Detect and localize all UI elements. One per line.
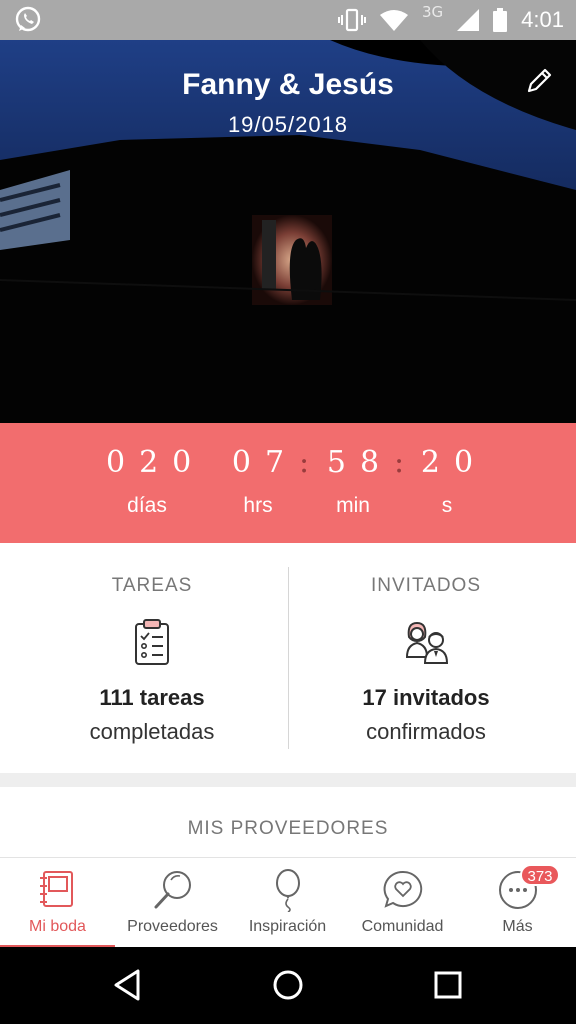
couple-names: Fanny & Jesús [182,68,394,101]
status-bar: 3G 4:01 [0,0,576,40]
days-value: 020 [106,445,206,480]
guests-card[interactable]: INVITADOS 17 invitados confirmados [282,543,570,773]
countdown-seconds: 20 s [392,423,502,518]
nav-label: Comunidad [361,918,444,935]
checklist-icon [135,619,169,665]
nav-proveedores[interactable]: Proveedores [115,858,230,948]
guests-sub: confirmados [366,719,486,744]
nav-inspiracion[interactable]: Inspiración [230,858,345,948]
home-icon[interactable] [268,965,308,1005]
days-label: días [127,494,167,517]
nav-label: Mi boda [29,918,86,935]
wedding-date: 19/05/2018 [227,112,349,137]
nav-comunidad[interactable]: Comunidad [345,858,460,948]
stats-panel: TAREAS 111 tareas completadas INVITADOS … [0,543,576,773]
back-icon[interactable] [108,965,148,1005]
battery-icon [493,8,508,32]
edit-icon[interactable] [524,66,554,96]
countdown: 020 días 07 hrs : 58 min : 20 s [0,423,576,543]
guests-heading: INVITADOS [371,575,481,596]
magnifier-icon [154,871,191,909]
vendors-heading: MIS PROVEEDORES [187,818,389,839]
tasks-card[interactable]: TAREAS 111 tareas completadas [8,543,296,773]
section-gap [0,773,576,787]
nav-mi-boda[interactable]: Mi boda [0,858,115,948]
balloon-icon [275,869,300,912]
whatsapp-icon [15,6,41,32]
hours-label: hrs [243,494,273,517]
countdown-days: 020 días [92,423,202,518]
wifi-icon [380,10,408,31]
bottom-nav: Mi boda Proveedores Inspiración Comunida… [0,857,576,948]
network-type: 3G [422,3,444,21]
hours-value: 07 [231,445,299,480]
notebook-icon [39,871,73,907]
recents-icon[interactable] [428,965,468,1005]
system-nav-bar [0,947,576,1024]
nav-mas[interactable]: Más 373 [460,858,575,948]
tasks-sub: completadas [89,719,215,744]
clock: 4:01 [521,7,564,32]
nav-label: Inspiración [248,918,327,935]
tasks-count: 111 tareas [99,685,205,710]
vibrate-icon [338,8,366,32]
nav-label: Proveedores [127,918,218,935]
signal-icon [457,9,480,31]
tasks-heading: TAREAS [111,575,193,596]
seconds-value: 20 [420,445,488,480]
wedding-cover[interactable]: Fanny & Jesús 19/05/2018 [0,40,576,423]
guests-icon [405,621,449,664]
notification-badge: 373 [520,864,560,886]
seconds-label: s [441,494,453,517]
nav-label: Más [502,918,533,935]
guests-count: 17 invitados [362,685,490,710]
countdown-hours: 07 hrs [203,423,313,518]
heart-chat-icon [383,870,422,908]
